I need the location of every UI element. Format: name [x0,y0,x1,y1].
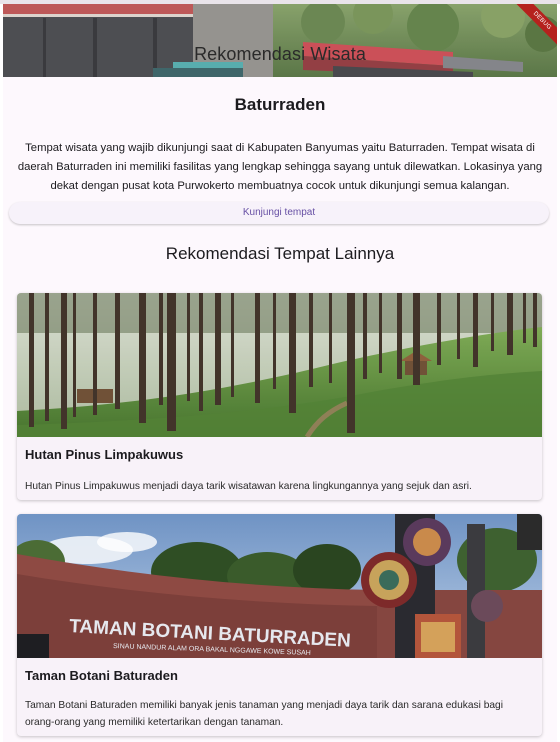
app-bar: Rekomendasi Wisata DEBUG [3,4,557,77]
app-screen: Rekomendasi Wisata DEBUG Baturraden Temp… [0,0,560,742]
place-card-description: Taman Botani Baturaden memiliki banyak j… [25,700,503,728]
other-places-title: Rekomendasi Tempat Lainnya [165,244,395,263]
app-bar-title: Rekomendasi Wisata [194,44,366,64]
place-card-title: Taman Botani Baturaden [25,668,178,683]
visit-place-button[interactable]: Kunjungi tempat [9,202,549,224]
place-card[interactable]: TAMAN BOTANI BATURRADEN SINAU NANDUR ALA… [17,514,542,736]
place-card-title: Hutan Pinus Limpakuwus [25,447,184,462]
main-place-description: Tempat wisata yang wajib dikunjungi saat… [17,142,543,192]
place-card-description: Hutan Pinus Limpakuwus menjadi daya tari… [25,481,472,492]
place-card[interactable]: Hutan Pinus Limpakuwus Hutan Pinus Limpa… [17,293,542,500]
pine-forest-image [17,293,542,437]
app-frame: Rekomendasi Wisata DEBUG Baturraden Temp… [3,4,557,742]
botanical-garden-image: TAMAN BOTANI BATURRADEN SINAU NANDUR ALA… [17,514,542,658]
app-bar-background-photo [3,4,557,77]
main-place-title: Baturraden [234,95,326,114]
